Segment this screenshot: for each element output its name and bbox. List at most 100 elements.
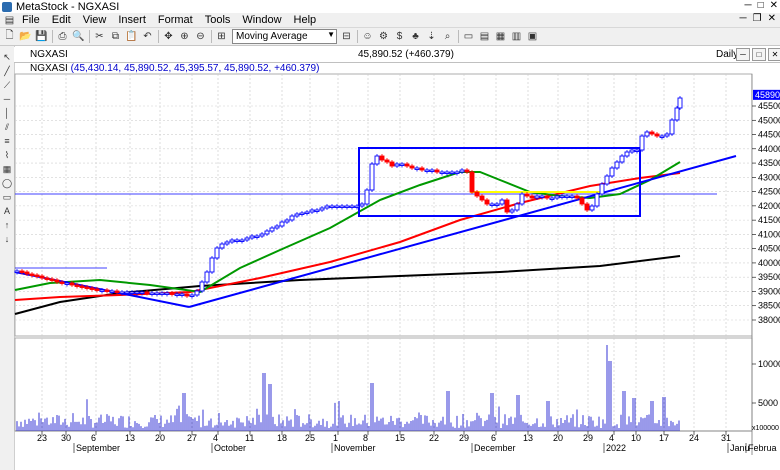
candle-body-up [149,292,155,295]
candle-body-up [64,282,70,285]
candle-body-up [194,290,200,296]
date-day-label: 6 [91,433,96,443]
candle-body-up [539,195,545,198]
date-day-label: 4 [213,433,218,443]
candle-body-down [144,291,150,294]
candle-body-up [499,199,505,205]
date-day-label: 13 [125,433,135,443]
candle-body-up [99,289,105,292]
candle-body-down [649,131,655,135]
chart-canvas[interactable]: 4550045000445004400043500430004250042000… [0,0,780,470]
candle-body-up [394,163,400,167]
candle-body-down [39,275,45,279]
date-day-label: 25 [305,433,315,443]
candle-body-down [579,197,585,205]
date-day-label: 20 [553,433,563,443]
candle-body-up [279,221,285,227]
candle-body-up [494,203,500,206]
candle-body-down [24,271,30,275]
price-tick-label: 39500 [758,272,780,282]
date-month-label: Februa [748,443,777,453]
candle-body-up [669,119,675,135]
candle-body-up [569,195,575,198]
date-day-label: 29 [459,433,469,443]
candle-body-up [289,215,295,221]
candle-body-up [344,205,350,208]
candle-body-down [469,171,475,193]
candle-body-down [84,286,90,289]
candle-body-down [74,284,80,287]
volume-panel [14,337,753,432]
date-day-label: 18 [277,433,287,443]
date-day-label: 31 [721,433,731,443]
candle-body-up [274,225,280,229]
candle-body-down [544,195,550,199]
candle-body-up [594,193,600,207]
candle-body-up [659,135,665,138]
date-month-label: Janu [730,443,750,453]
candle-body-down [94,288,100,291]
date-month-label: 2022 [606,443,626,453]
candle-body-down [529,195,535,199]
candle-body-up [164,292,170,295]
candle-body-up [677,97,683,109]
candle-body-down [524,193,530,197]
candle-body-up [459,169,465,173]
price-tick-label: 43000 [758,172,780,182]
candle-body-up [174,293,180,296]
price-tick-label: 44500 [758,130,780,140]
price-tick-label: 41500 [758,215,780,225]
candle-body-up [299,212,305,215]
candle-body-up [549,197,555,200]
date-day-label: 11 [245,433,254,443]
candle-body-up [429,169,435,172]
candle-body-up [519,193,525,205]
candle-body-down [409,165,415,169]
candle-body-up [179,293,185,296]
candle-body-down [44,277,50,280]
date-day-label: 17 [659,433,669,443]
date-day-label: 22 [429,433,439,443]
candle-body-up [304,211,310,214]
candle-body-up [324,205,330,209]
candle-body-up [614,161,620,169]
candle-body-up [209,257,215,273]
date-day-label: 1 [333,433,338,443]
price-tick-label: 40500 [758,244,780,254]
candle-body-up [604,175,610,185]
date-day-label: 23 [37,433,47,443]
current-price-label: 45890.5 [755,90,780,100]
candle-body-up [314,209,320,212]
candle-body-up [624,151,630,157]
candle-body-up [329,205,335,208]
candle-body-up [364,189,370,205]
date-day-label: 6 [491,433,496,443]
candle-body-down [574,195,580,199]
candle-body-up [449,171,455,174]
candle-body-up [374,155,380,165]
date-day-label: 27 [187,433,197,443]
candle-body-up [334,205,340,208]
candle-body-up [629,149,635,153]
candle-body-up [109,290,115,293]
candle-body-down [389,161,395,167]
candle-body-up [249,235,255,239]
candle-body-down [59,281,65,284]
candle-body-up [219,243,225,249]
candle-body-down [89,287,95,290]
date-day-label: 4 [609,433,614,443]
candle-body-up [369,163,375,191]
price-tick-label: 38000 [758,315,780,325]
candle-body-down [654,133,660,137]
candle-body-up [644,131,650,137]
candle-body-up [159,292,165,295]
date-day-label: 10 [631,433,641,443]
candle-body-up [399,163,405,166]
candle-body-down [584,203,590,211]
candle-body-down [49,278,55,281]
price-tick-label: 42000 [758,201,780,211]
candle-body-down [404,163,410,167]
date-day-label: 15 [395,433,405,443]
candle-body-down [29,273,35,276]
candle-body-up [199,281,205,292]
